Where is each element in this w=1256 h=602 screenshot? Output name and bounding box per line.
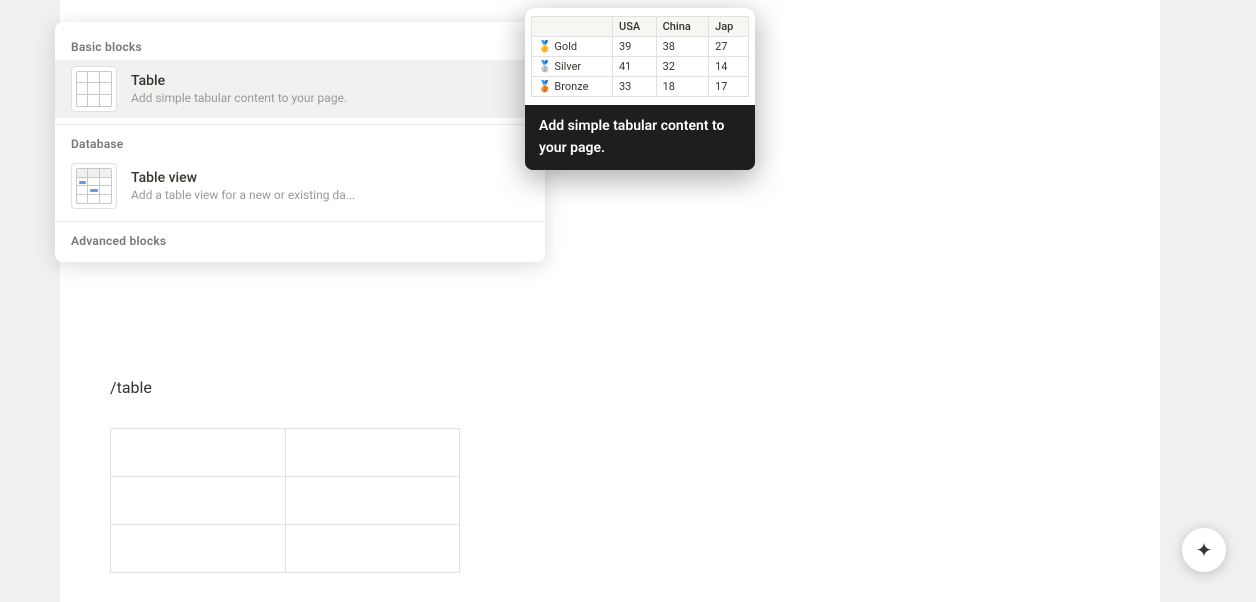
section-divider-2 <box>55 221 545 222</box>
usa-bronze: 33 <box>613 77 657 97</box>
table-row: 🥇 Gold 39 38 27 <box>532 37 749 57</box>
icon-cell <box>77 95 88 106</box>
china-gold: 38 <box>656 37 709 57</box>
icon-data-cell <box>88 178 99 187</box>
icon-data-cell <box>88 186 99 195</box>
china-silver: 32 <box>656 57 709 77</box>
icon-data-cell <box>100 195 111 204</box>
table-view-item-desc: Add a table view for a new or existing d… <box>131 188 355 202</box>
table-item-desc: Add simple tabular content to your page. <box>131 91 347 105</box>
table-view-item-icon <box>71 163 117 209</box>
usa-gold: 39 <box>613 37 657 57</box>
jap-bronze: 17 <box>709 77 749 97</box>
icon-header-cell <box>100 169 111 178</box>
medal-cell: 🥇 Gold <box>532 37 613 57</box>
icon-data-cell <box>77 195 88 204</box>
block-tooltip-preview: USA China Jap 🥇 Gold 39 38 27 🥈 Silver 4… <box>525 8 755 170</box>
bronze-medal-icon: 🥉 <box>538 80 552 93</box>
tooltip-description-text: Add simple tabular content to your page. <box>539 118 724 156</box>
usa-silver: 41 <box>613 57 657 77</box>
jap-silver: 14 <box>709 57 749 77</box>
icon-data-cell <box>77 178 88 187</box>
icon-cell <box>77 83 88 94</box>
icon-cell <box>88 95 99 106</box>
silver-medal-icon: 🥈 <box>538 60 552 73</box>
icon-data-cell <box>100 178 111 187</box>
icon-cell <box>100 83 111 94</box>
preview-table: USA China Jap 🥇 Gold 39 38 27 🥈 Silver 4… <box>531 16 749 97</box>
tooltip-table-area: USA China Jap 🥇 Gold 39 38 27 🥈 Silver 4… <box>525 8 755 105</box>
table-icon-grid <box>76 71 112 107</box>
table-view-item-content: Table view Add a table view for a new or… <box>131 170 355 202</box>
sparkle-icon: ✦ <box>1196 538 1213 562</box>
icon-cell <box>77 72 88 83</box>
section-label-advanced-blocks: Advanced blocks <box>55 228 545 254</box>
china-bronze: 18 <box>656 77 709 97</box>
preview-table-header-china: China <box>656 17 709 37</box>
preview-table-header-jap: Jap <box>709 17 749 37</box>
icon-data-cell <box>88 195 99 204</box>
ai-assistant-button[interactable]: ✦ <box>1182 528 1226 572</box>
table-item-icon <box>71 66 117 112</box>
preview-table-header-usa: USA <box>613 17 657 37</box>
menu-item-table-view[interactable]: Table view Add a table view for a new or… <box>55 157 545 215</box>
icon-header-cell <box>88 169 99 178</box>
block-picker-menu: Basic blocks Table Add simple tabular co… <box>55 22 545 262</box>
icon-cell <box>88 83 99 94</box>
gold-medal-icon: 🥇 <box>538 40 552 53</box>
section-label-basic-blocks: Basic blocks <box>55 34 545 60</box>
page-command: /table <box>110 378 152 397</box>
table-row: 🥈 Silver 41 32 14 <box>532 57 749 77</box>
preview-table-header <box>532 17 613 37</box>
icon-cell <box>88 72 99 83</box>
icon-cell <box>100 95 111 106</box>
table-item-content: Table Add simple tabular content to your… <box>131 73 347 105</box>
medal-cell: 🥈 Silver <box>532 57 613 77</box>
table-view-item-title: Table view <box>131 170 355 186</box>
icon-data-cell <box>77 186 88 195</box>
icon-cell <box>100 72 111 83</box>
menu-item-table[interactable]: Table Add simple tabular content to your… <box>55 60 545 118</box>
icon-data-cell <box>100 186 111 195</box>
icon-header-cell <box>77 169 88 178</box>
tooltip-description: Add simple tabular content to your page. <box>525 105 755 170</box>
section-divider <box>55 124 545 125</box>
empty-table-preview <box>110 428 460 573</box>
section-label-database: Database <box>55 131 545 157</box>
table-row: 🥉 Bronze 33 18 17 <box>532 77 749 97</box>
table-item-title: Table <box>131 73 347 89</box>
jap-gold: 27 <box>709 37 749 57</box>
medal-cell: 🥉 Bronze <box>532 77 613 97</box>
table-view-icon-grid <box>76 168 112 204</box>
